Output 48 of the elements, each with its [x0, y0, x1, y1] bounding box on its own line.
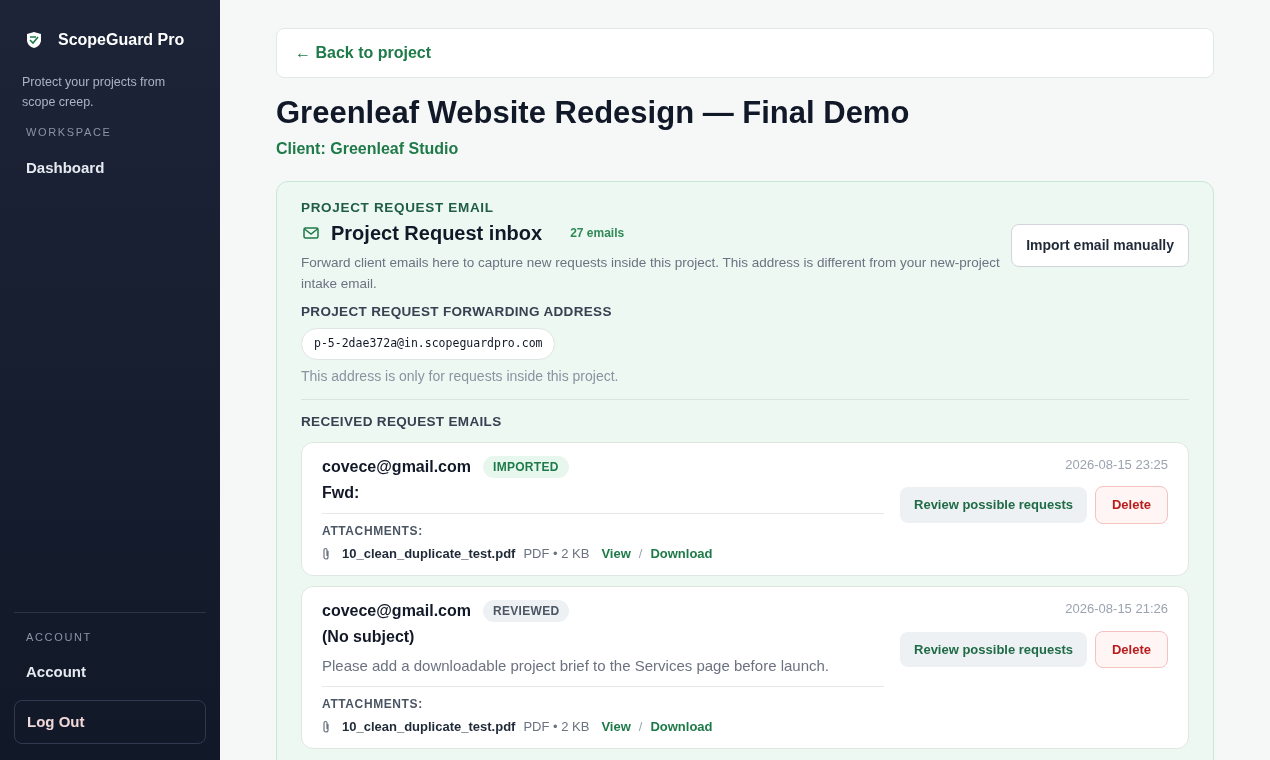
panel-eyebrow: PROJECT REQUEST EMAIL: [301, 198, 495, 217]
address-note: This address is only for requests inside this project.: [301, 366, 620, 386]
nav-item[interactable]: Dashboard: [14, 156, 206, 179]
attachment-name: 10_clean_duplicate_test.pdf: [342, 717, 516, 736]
paperclip-icon: [322, 719, 330, 734]
link-separator: /: [638, 717, 643, 736]
download-link[interactable]: Download: [650, 543, 713, 564]
view-link[interactable]: View: [601, 543, 631, 564]
email-count: 27 emails: [570, 225, 625, 242]
tagline: Protect your projects from scope creep.: [21, 74, 167, 111]
mail-icon: [303, 227, 319, 239]
back-link[interactable]: ← Back to project: [276, 28, 1214, 78]
attachment-meta: PDF • 2 KB: [523, 544, 590, 563]
email-date: 2026-08-15 23:25: [1065, 455, 1168, 474]
nav-item[interactable]: Account: [14, 661, 206, 684]
shield-icon: [26, 31, 42, 49]
page-title: Greenleaf Website Redesign — Final Demo: [276, 94, 911, 132]
download-link[interactable]: Download: [650, 716, 713, 737]
delete-button[interactable]: Delete: [1094, 630, 1168, 669]
email-subject: (No subject): [322, 627, 416, 648]
review-requests-button[interactable]: Review possible requests: [900, 487, 1087, 523]
link-separator: /: [638, 544, 643, 563]
email-subject: Fwd:: [322, 482, 361, 503]
import-email-button[interactable]: Import email manually: [1011, 223, 1189, 267]
attachment-meta: PDF • 2 KB: [523, 717, 590, 736]
forwarding-address: p-5-2dae372a@in.scopeguardpro.com: [301, 328, 556, 360]
client-name: Client: Greenleaf Studio: [276, 138, 460, 159]
sender-email: covece@gmail.com: [322, 456, 471, 477]
section-heading: ACCOUNT: [25, 629, 93, 645]
view-link[interactable]: View: [601, 716, 631, 737]
email-body: Please add a downloadable project brief to the Services page before launch.: [322, 656, 830, 677]
attachments-label: ATTACHMENTS:: [322, 522, 424, 540]
brand-name: ScopeGuard Pro: [58, 30, 185, 50]
received-heading: RECEIVED REQUEST EMAILS: [301, 412, 503, 431]
delete-button[interactable]: Delete: [1094, 486, 1168, 524]
panel-heading: Project Request inbox: [331, 221, 543, 246]
status-badge: REVIEWED: [483, 600, 570, 623]
paperclip-icon: [322, 546, 330, 561]
sender-email: covece@gmail.com: [322, 601, 471, 622]
attachment-name: 10_clean_duplicate_test.pdf: [342, 544, 516, 563]
panel-description: Forward client emails here to capture new requests inside this project. This address is different from your new-project intake email.: [301, 254, 1001, 293]
status-badge: IMPORTED: [483, 455, 569, 478]
section-heading: WORKSPACE: [25, 125, 113, 140]
logout-button[interactable]: Log Out: [14, 699, 206, 744]
email-date: 2026-08-15 21:26: [1065, 600, 1168, 619]
review-requests-button[interactable]: Review possible requests: [900, 631, 1087, 668]
attachments-label: ATTACHMENTS:: [322, 695, 424, 713]
address-label: PROJECT REQUEST FORWARDING ADDRESS: [301, 303, 613, 321]
